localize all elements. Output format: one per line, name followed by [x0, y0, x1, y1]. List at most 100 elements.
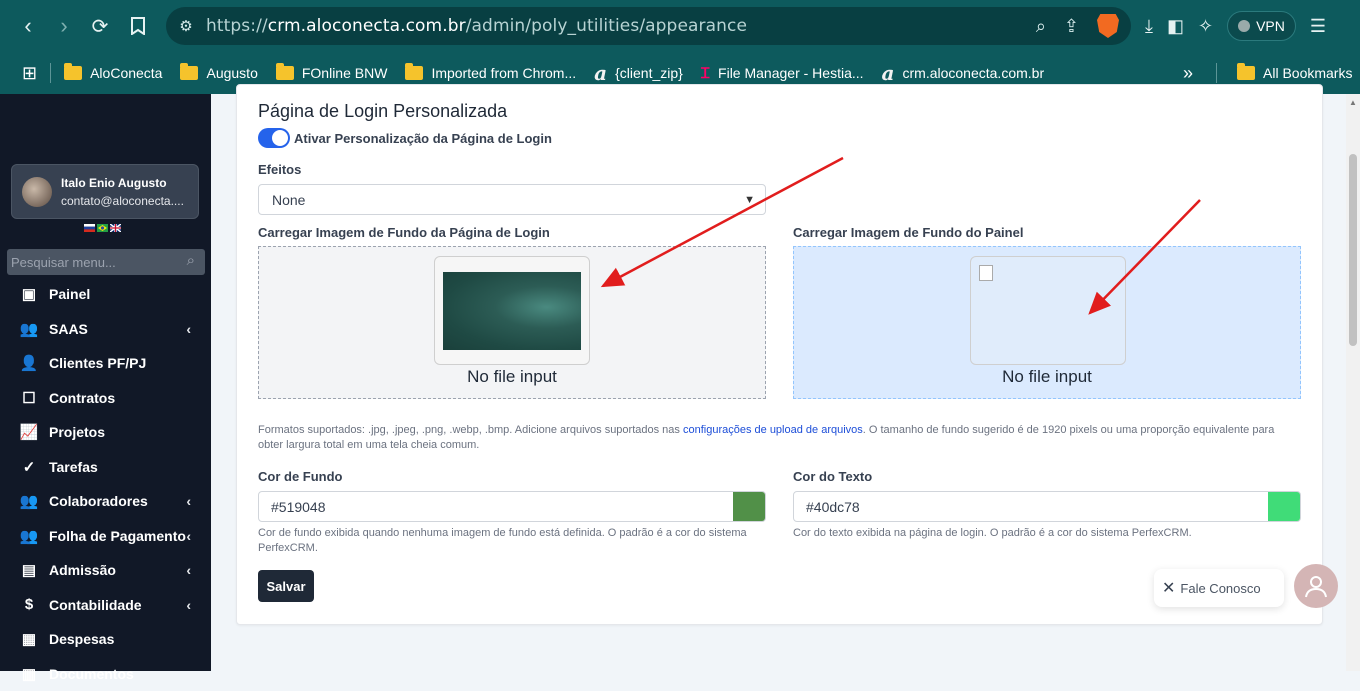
users-icon: 👥 — [20, 320, 38, 338]
user-name: Italo Enio Augusto — [61, 176, 189, 190]
bookmarks-divider — [50, 63, 51, 83]
upload-settings-link[interactable]: configurações de upload de arquivos — [683, 424, 863, 436]
zoom-icon[interactable]: ⌕ — [1036, 16, 1046, 37]
avatar[interactable] — [22, 177, 52, 207]
save-button[interactable]: Salvar — [258, 570, 314, 602]
sidebar-item-colaboradores[interactable]: 👥Colaboradores‹ — [0, 484, 211, 519]
panel-bg-dropzone[interactable]: No file input — [793, 246, 1301, 399]
dashboard-icon: ▣ — [20, 285, 38, 303]
sidebar-item-projetos[interactable]: 📈Projetos — [0, 415, 211, 450]
address-bar[interactable]: ⚙ https://crm.aloconecta.com.br/admin/po… — [166, 7, 1131, 45]
leo-ai-icon[interactable]: ✧ — [1198, 16, 1213, 37]
download-icon[interactable]: ⤓ — [1145, 16, 1153, 37]
brave-shields-icon[interactable] — [1097, 14, 1119, 38]
login-customization-toggle-row: Ativar Personalização da Página de Login — [258, 128, 552, 148]
sidebar-item-despesas[interactable]: ▦Despesas — [0, 622, 211, 657]
bg-color-input[interactable]: #519048 — [258, 491, 766, 522]
bookmark-page-button[interactable] — [120, 8, 156, 44]
menu-search[interactable]: ⌕ — [7, 249, 205, 275]
chevron-left-icon: ‹ — [186, 528, 191, 544]
folder-icon — [1237, 66, 1255, 80]
back-button[interactable]: ‹ — [10, 8, 46, 44]
user-card[interactable]: Italo Enio Augusto contato@aloconecta...… — [11, 164, 199, 219]
chevron-left-icon: ‹ — [186, 562, 191, 578]
bg-color-help: Cor de fundo exibida quando nenhuma imag… — [258, 526, 758, 556]
text-color-help: Cor do texto exibida na página de login.… — [793, 526, 1293, 541]
text-color-swatch[interactable] — [1268, 492, 1300, 521]
login-bg-preview — [434, 256, 590, 365]
document-icon: ▥ — [20, 665, 38, 683]
text-color-input[interactable]: #40dc78 — [793, 491, 1301, 522]
chart-icon: 📈 — [20, 423, 38, 441]
users-icon: 👥 — [20, 527, 38, 545]
flag-uk-icon[interactable] — [110, 224, 121, 232]
language-flags — [84, 224, 121, 232]
users-icon: 👥 — [20, 492, 38, 510]
sidebar-item-saas[interactable]: 👥SAAS‹ — [0, 312, 211, 347]
flag-br-icon[interactable] — [97, 224, 108, 232]
chevron-down-icon: ▼ — [744, 194, 755, 206]
url-text[interactable]: https://crm.aloconecta.com.br/admin/poly… — [206, 16, 747, 36]
receipt-icon: ▦ — [20, 630, 38, 648]
chevron-left-icon: ‹ — [186, 321, 191, 337]
chevron-left-icon: ‹ — [186, 597, 191, 613]
login-bg-dropzone[interactable]: No file input — [258, 246, 766, 399]
formats-help: Formatos suportados: .jpg, .jpeg, .png, … — [258, 423, 1300, 453]
sidebar-toggle-icon[interactable]: ◧ — [1167, 16, 1184, 37]
sidebar-item-documentos[interactable]: ▥Documentos — [0, 657, 211, 691]
flag-ru-icon[interactable] — [84, 224, 95, 232]
sidebar-item-admissao[interactable]: ▤Admissão‹ — [0, 553, 211, 588]
bg-color-swatch[interactable] — [733, 492, 765, 521]
user-email: contato@aloconecta.... — [61, 194, 189, 208]
effects-label: Efeitos — [258, 162, 301, 177]
contract-icon: ☐ — [20, 389, 38, 407]
sidebar-item-painel[interactable]: ▣Painel — [0, 277, 211, 312]
check-circle-icon: ✓ — [20, 458, 38, 476]
sidebar-item-contabilidade[interactable]: $Contabilidade‹ — [0, 588, 211, 623]
share-icon[interactable]: ⇪ — [1064, 16, 1079, 37]
panel-bg-label: Carregar Imagem de Fundo do Painel — [793, 225, 1023, 240]
sidebar-item-folha[interactable]: 👥Folha de Pagamento‹ — [0, 519, 211, 554]
close-icon[interactable]: ✕ — [1162, 578, 1175, 598]
id-card-icon: ▤ — [20, 561, 38, 579]
sidebar-item-clientes[interactable]: 👤Clientes PF/PJ — [0, 346, 211, 381]
effects-select[interactable]: None ▼ — [258, 184, 766, 215]
site-settings-icon[interactable]: ⚙ — [166, 17, 206, 35]
browser-toolbar: ‹ › ⟳ ⚙ https://crm.aloconecta.com.br/ad… — [0, 0, 1360, 52]
apps-grid-icon[interactable]: ⊞ — [0, 58, 46, 88]
bookmark-aloconecta[interactable]: AloConecta — [55, 58, 171, 88]
menu-search-input[interactable] — [11, 255, 171, 270]
panel-bg-status: No file input — [794, 367, 1300, 387]
sidebar-item-contratos[interactable]: ☐Contratos — [0, 381, 211, 416]
vpn-button[interactable]: VPN — [1227, 11, 1296, 41]
menu-icon[interactable]: ☰ — [1310, 16, 1326, 37]
reload-button[interactable]: ⟳ — [82, 8, 118, 44]
login-bg-thumbnail — [443, 272, 581, 350]
bookmark-icon — [131, 17, 145, 35]
login-customization-toggle[interactable] — [258, 128, 290, 148]
panel-bg-preview — [970, 256, 1126, 365]
chat-avatar[interactable] — [1294, 564, 1338, 608]
broken-image-icon — [979, 265, 993, 281]
user-icon: 👤 — [20, 354, 38, 372]
aloconecta-logo-icon: a — [594, 61, 607, 85]
folder-icon — [276, 66, 294, 80]
toggle-label: Ativar Personalização da Página de Login — [294, 131, 552, 146]
page-scrollbar[interactable]: ▲ — [1346, 94, 1360, 671]
aloconecta-logo-icon: a — [882, 61, 895, 85]
bg-color-label: Cor de Fundo — [258, 469, 343, 484]
user-icon — [1303, 573, 1329, 599]
sidebar: Italo Enio Augusto contato@aloconecta...… — [0, 94, 211, 671]
login-bg-label: Carregar Imagem de Fundo da Página de Lo… — [258, 225, 550, 240]
bookmarks-divider — [1216, 63, 1217, 83]
sidebar-menu: ▣Painel 👥SAAS‹ 👤Clientes PF/PJ ☐Contrato… — [0, 277, 211, 691]
search-icon[interactable]: ⌕ — [187, 252, 195, 269]
chat-bubble[interactable]: ✕ Fale Conosco — [1154, 569, 1284, 607]
forward-button[interactable]: › — [46, 8, 82, 44]
scroll-up-icon[interactable]: ▲ — [1349, 98, 1357, 107]
scrollbar-thumb[interactable] — [1349, 154, 1357, 346]
hestia-icon: Ꮖ — [701, 65, 710, 82]
sidebar-item-tarefas[interactable]: ✓Tarefas — [0, 450, 211, 485]
login-bg-status: No file input — [259, 367, 765, 387]
dollar-icon: $ — [20, 596, 38, 614]
